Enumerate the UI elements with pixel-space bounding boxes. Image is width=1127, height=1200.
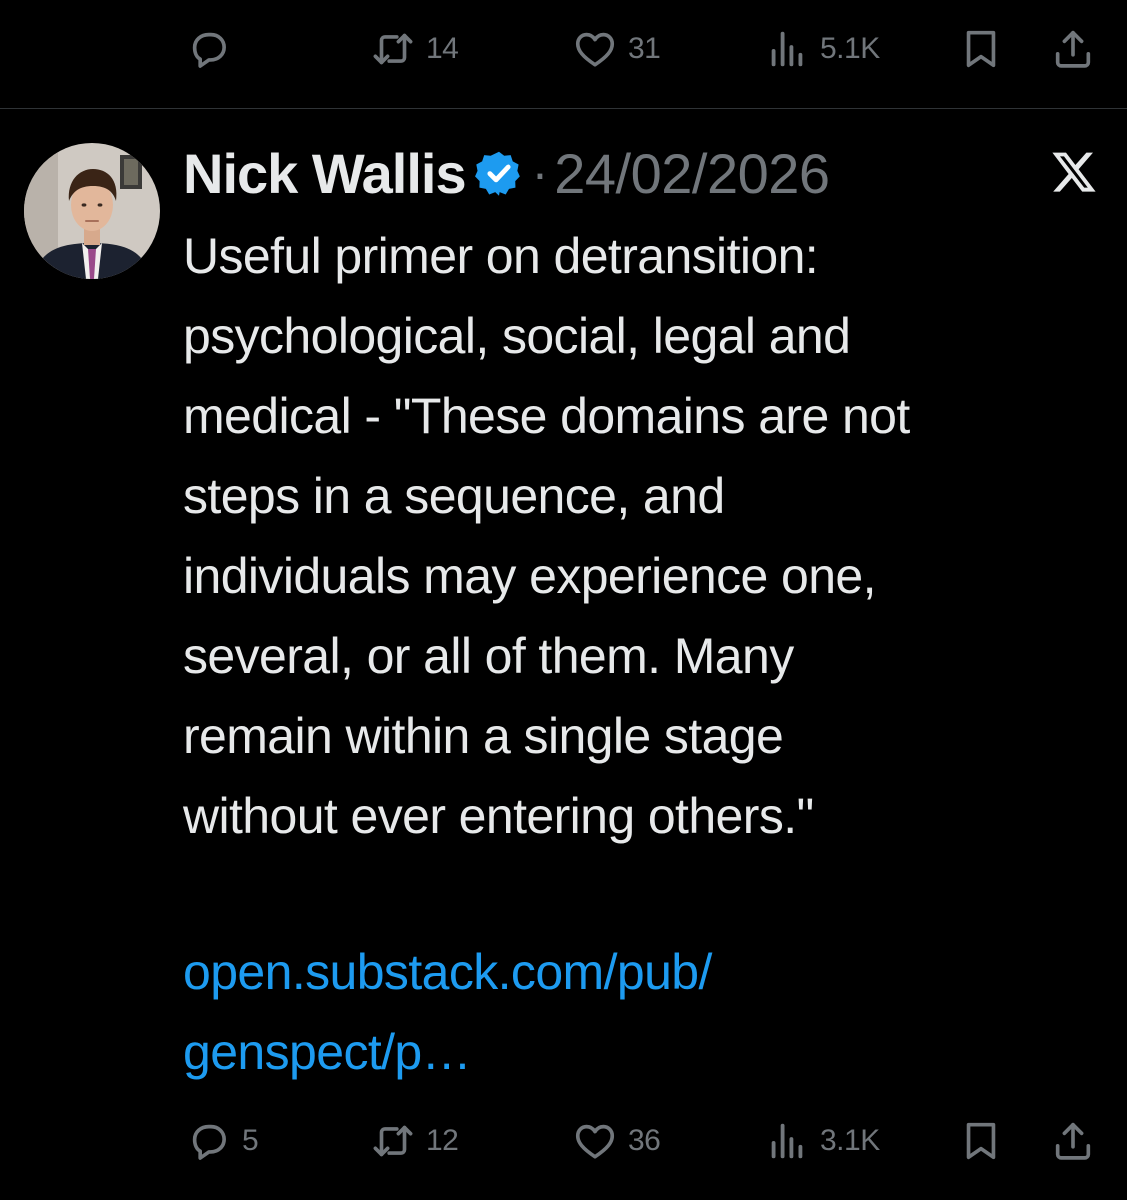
views-count: 3.1K (820, 1124, 880, 1157)
repost-icon (373, 33, 413, 65)
top-action-bar: 14 31 5.1K (0, 14, 1127, 84)
top-bookmark-button[interactable] (958, 14, 1004, 84)
share-icon (1055, 30, 1091, 68)
author-name[interactable]: Nick Wallis (183, 141, 467, 206)
views-icon (771, 31, 803, 67)
header-separator: · (531, 145, 549, 201)
post-divider (0, 108, 1127, 109)
share-icon (1055, 1122, 1091, 1160)
repost-icon (373, 1125, 413, 1157)
top-views-button[interactable]: 5.1K (764, 14, 880, 84)
top-repost-count: 14 (426, 32, 459, 65)
post-header: Nick Wallis · 24/02/2026 (183, 138, 830, 208)
post-link[interactable]: open.substack.com/pub/ genspect/p… (183, 932, 1103, 1092)
reply-icon (192, 1124, 226, 1160)
reply-icon (192, 32, 226, 68)
post-date[interactable]: 24/02/2026 (554, 141, 830, 206)
bookmark-icon (966, 1122, 996, 1160)
post-text: Useful primer on detransition: psycholog… (183, 228, 910, 844)
reply-count: 5 (242, 1124, 259, 1157)
like-count: 36 (628, 1124, 661, 1157)
top-repost-button[interactable]: 14 (370, 14, 459, 84)
top-like-count: 31 (628, 32, 661, 65)
repost-button[interactable]: 12 (370, 1106, 459, 1176)
verified-badge-icon (474, 151, 520, 196)
avatar[interactable] (24, 143, 160, 279)
bookmark-icon (966, 30, 996, 68)
views-button[interactable]: 3.1K (764, 1106, 880, 1176)
bottom-action-bar: 5 12 36 3.1K (0, 1106, 1127, 1176)
top-like-button[interactable]: 31 (572, 14, 661, 84)
reply-button[interactable]: 5 (186, 1106, 259, 1176)
share-button[interactable] (1050, 1106, 1096, 1176)
x-logo-icon[interactable] (1050, 148, 1098, 196)
bookmark-button[interactable] (958, 1106, 1004, 1176)
heart-icon (575, 1124, 615, 1159)
top-views-count: 5.1K (820, 32, 880, 65)
like-button[interactable]: 36 (572, 1106, 661, 1176)
top-reply-button[interactable] (186, 14, 242, 84)
repost-count: 12 (426, 1124, 459, 1157)
top-share-button[interactable] (1050, 14, 1096, 84)
heart-icon (575, 32, 615, 67)
views-icon (771, 1123, 803, 1159)
